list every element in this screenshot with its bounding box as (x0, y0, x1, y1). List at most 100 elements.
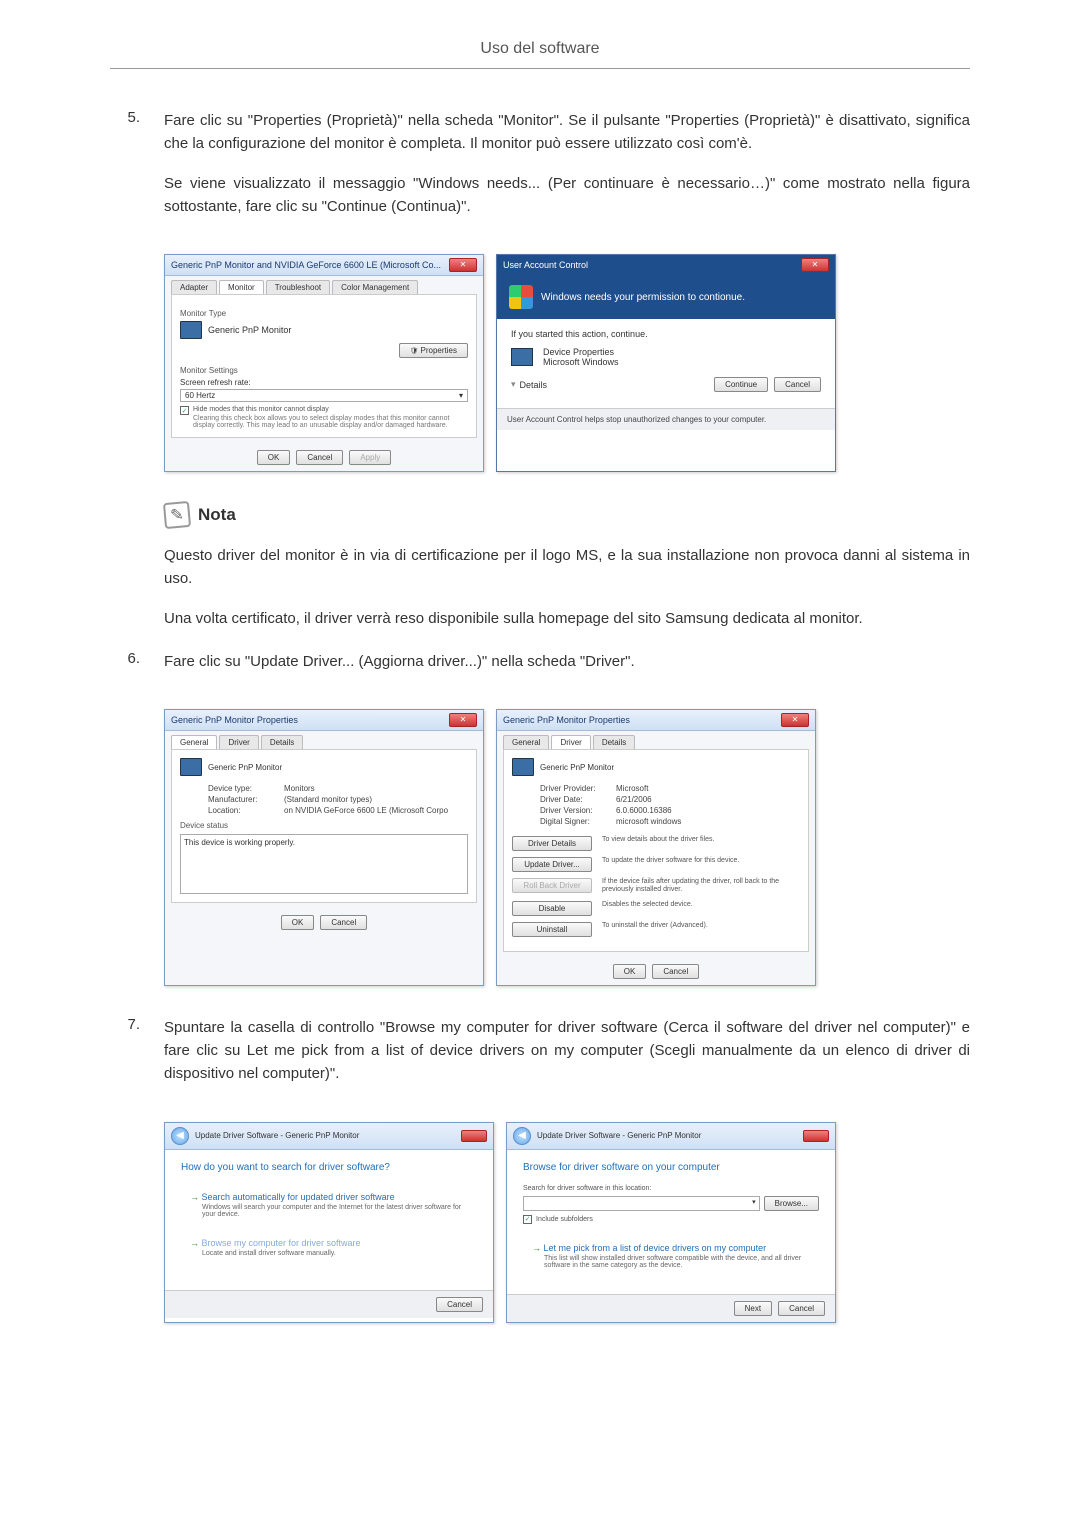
close-icon[interactable]: ✕ (449, 713, 477, 727)
tab-general[interactable]: General (503, 735, 549, 749)
back-icon[interactable]: ◀ (171, 1127, 189, 1145)
cancel-button[interactable]: Cancel (778, 1301, 825, 1316)
driver-provider-value: Microsoft (616, 784, 648, 793)
option-title: Let me pick from a list of device driver… (532, 1243, 810, 1253)
cancel-button[interactable]: Cancel (652, 964, 699, 979)
close-icon[interactable]: ✕ (781, 713, 809, 727)
option-browse-computer[interactable]: Browse my computer for driver software L… (181, 1231, 477, 1264)
refresh-rate-select[interactable]: 60 Hertz ▾ (180, 389, 468, 402)
next-button[interactable]: Next (734, 1301, 772, 1316)
back-icon[interactable]: ◀ (513, 1127, 531, 1145)
browse-button[interactable]: Browse... (764, 1196, 819, 1211)
option-desc: This list will show installed driver sof… (544, 1255, 810, 1269)
step5-p1: Fare clic su "Properties (Proprietà)" ne… (164, 109, 970, 156)
monitor-icon (180, 321, 202, 339)
device-type-label: Device type: (208, 784, 284, 793)
option-search-auto[interactable]: Search automatically for updated driver … (181, 1185, 477, 1225)
continue-button[interactable]: Continue (714, 377, 768, 392)
cancel-button[interactable]: Cancel (320, 915, 367, 930)
ok-button[interactable]: OK (613, 964, 647, 979)
close-icon[interactable]: ✕ (801, 258, 829, 272)
properties-button[interactable]: Properties (399, 343, 468, 358)
driver-version-label: Driver Version: (540, 806, 616, 815)
step-body: Spuntare la casella di controllo "Browse… (164, 1016, 970, 1102)
wizard-breadcrumb: Update Driver Software - Generic PnP Mon… (537, 1131, 701, 1140)
driver-details-button[interactable]: Driver Details (512, 836, 592, 851)
path-input[interactable]: ▾ (523, 1196, 760, 1211)
update-driver-desc: To update the driver software for this d… (602, 857, 739, 865)
tab-driver[interactable]: Driver (551, 735, 590, 749)
tab-details[interactable]: Details (261, 735, 303, 749)
dialog-content: Monitor Type Generic PnP Monitor Propert… (171, 294, 477, 438)
cancel-button[interactable]: Cancel (774, 377, 821, 392)
disable-desc: Disables the selected device. (602, 901, 693, 909)
close-icon[interactable] (461, 1130, 487, 1142)
hide-modes-checkbox[interactable] (180, 406, 189, 415)
page-header: Uso del software (110, 40, 970, 69)
tab-troubleshoot[interactable]: Troubleshoot (266, 280, 330, 294)
include-subfolders-label: Include subfolders (536, 1216, 593, 1223)
hide-modes-help: Clearing this check box allows you to se… (193, 415, 468, 429)
titlebar: Generic PnP Monitor and NVIDIA GeForce 6… (165, 255, 483, 276)
rollback-driver-button[interactable]: Roll Back Driver (512, 878, 592, 893)
location-value: on NVIDIA GeForce 6600 LE (Microsoft Cor… (284, 806, 448, 815)
close-icon[interactable]: ✕ (449, 258, 477, 272)
uac-title: User Account Control (503, 260, 588, 270)
manufacturer-value: (Standard monitor types) (284, 795, 372, 804)
uac-details-link[interactable]: Details (520, 380, 548, 390)
apply-button[interactable]: Apply (349, 450, 391, 465)
device-status-text: This device is working properly. (180, 834, 468, 894)
driver-date-label: Driver Date: (540, 795, 616, 804)
option-desc: Windows will search your computer and th… (202, 1204, 468, 1218)
step-7: 7. Spuntare la casella di controllo "Bro… (110, 1016, 970, 1102)
step-6: 6. Fare clic su "Update Driver... (Aggio… (110, 650, 970, 689)
close-icon[interactable] (803, 1130, 829, 1142)
step-number: 5. (110, 109, 140, 234)
digital-signer-value: microsoft windows (616, 817, 681, 826)
screenshot-row-2: Generic PnP Monitor Properties ✕ General… (164, 709, 970, 986)
cancel-button[interactable]: Cancel (436, 1297, 483, 1312)
properties-general-dialog: Generic PnP Monitor Properties ✕ General… (164, 709, 484, 986)
uninstall-button[interactable]: Uninstall (512, 922, 592, 937)
wizard-breadcrumb: Update Driver Software - Generic PnP Mon… (195, 1131, 359, 1140)
step-number: 6. (110, 650, 140, 689)
tab-details[interactable]: Details (593, 735, 635, 749)
location-label: Location: (208, 806, 284, 815)
option-pick-from-list[interactable]: Let me pick from a list of device driver… (523, 1236, 819, 1276)
device-type-value: Monitors (284, 784, 315, 793)
ok-button[interactable]: OK (257, 450, 291, 465)
monitor-icon (180, 758, 202, 776)
refresh-rate-label: Screen refresh rate: (180, 378, 468, 387)
screenshot-row-3: ◀ Update Driver Software - Generic PnP M… (164, 1122, 970, 1323)
tab-monitor[interactable]: Monitor (219, 280, 264, 294)
disable-button[interactable]: Disable (512, 901, 592, 916)
monitor-icon (512, 758, 534, 776)
ok-button[interactable]: OK (281, 915, 315, 930)
driver-version-value: 6.0.6000.16386 (616, 806, 672, 815)
titlebar: Generic PnP Monitor Properties ✕ (497, 710, 815, 731)
tab-color-management[interactable]: Color Management (332, 280, 418, 294)
note-block: ✎ Nota Questo driver del monitor è in vi… (164, 502, 970, 630)
update-driver-button[interactable]: Update Driver... (512, 857, 592, 872)
cancel-button[interactable]: Cancel (296, 450, 343, 465)
include-subfolders-checkbox[interactable] (523, 1215, 532, 1224)
note-title: Nota (198, 505, 236, 525)
program-icon (511, 348, 533, 366)
uac-program-name: Device Properties (543, 347, 619, 357)
chevron-down-icon: ▾ (511, 379, 516, 390)
uac-banner: Windows needs your permission to contion… (497, 275, 835, 319)
chevron-down-icon: ▾ (752, 1198, 756, 1209)
option-title: Search automatically for updated driver … (190, 1192, 468, 1202)
chevron-down-icon: ▾ (459, 391, 463, 400)
tab-driver[interactable]: Driver (219, 735, 258, 749)
tab-general[interactable]: General (171, 735, 217, 749)
dialog-buttons: OK Cancel Apply (165, 444, 483, 471)
uac-dialog: User Account Control ✕ Windows needs you… (496, 254, 836, 472)
tab-adapter[interactable]: Adapter (171, 280, 217, 294)
hide-modes-label: Hide modes that this monitor cannot disp… (193, 406, 468, 413)
uac-started-text: If you started this action, continue. (511, 329, 821, 339)
option-desc: Locate and install driver software manua… (202, 1250, 468, 1257)
search-location-label: Search for driver software in this locat… (523, 1185, 819, 1192)
uac-banner-text: Windows needs your permission to contion… (541, 292, 745, 303)
wizard-question: How do you want to search for driver sof… (181, 1162, 477, 1173)
